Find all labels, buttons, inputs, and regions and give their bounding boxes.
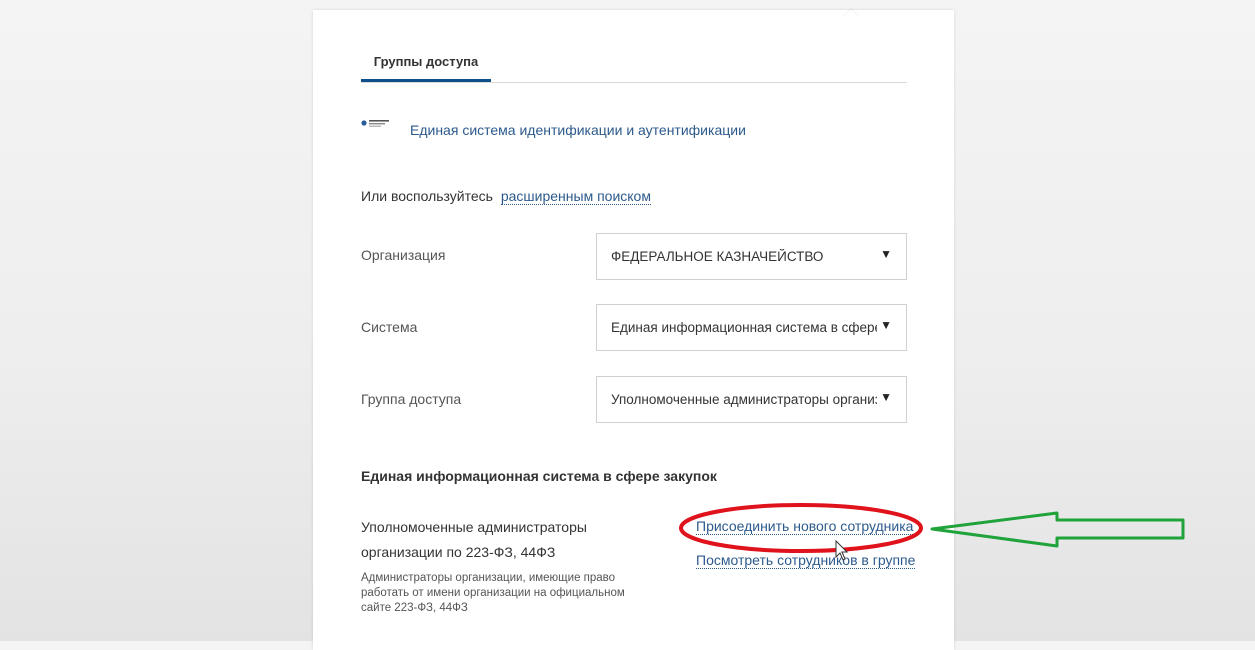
organization-label: Организация xyxy=(361,247,446,263)
access-group-select-value: Уполномоченные администраторы организ xyxy=(611,392,877,407)
organization-select[interactable]: ФЕДЕРАЛЬНОЕ КАЗНАЧЕЙСТВО ▼ xyxy=(596,233,907,280)
tab-divider xyxy=(361,82,907,83)
chevron-down-icon: ▼ xyxy=(880,390,892,404)
join-employee-link[interactable]: Присоединить нового сотрудника xyxy=(696,518,914,535)
advanced-search-prefix: Или воспользуйтесь xyxy=(361,188,493,204)
green-arrow-icon xyxy=(930,511,1185,548)
organization-select-value: ФЕДЕРАЛЬНОЕ КАЗНАЧЕЙСТВО xyxy=(611,249,824,264)
group-name: Уполномоченные администраторы организаци… xyxy=(361,519,587,560)
access-group-label: Группа доступа xyxy=(361,391,462,407)
system-select-value: Единая информационная система в сфере xyxy=(611,320,877,335)
advanced-search-line: Или воспользуйтесь расширенным поиском xyxy=(361,188,651,205)
system-select[interactable]: Единая информационная система в сфере ▼ xyxy=(596,304,907,351)
access-groups-panel: Группы доступа Единая система идентифика… xyxy=(313,9,954,650)
chevron-down-icon: ▼ xyxy=(880,247,892,261)
access-group-select[interactable]: Уполномоченные администраторы организ ▼ xyxy=(596,376,907,423)
panel-pointer xyxy=(842,9,860,27)
view-employees-link[interactable]: Посмотреть сотрудников в группе xyxy=(696,552,916,569)
esia-system-link[interactable]: Единая система идентификации и аутентифи… xyxy=(410,122,746,138)
group-description: Администраторы организации, имеющие прав… xyxy=(361,572,625,614)
system-label: Система xyxy=(361,319,418,335)
chevron-down-icon: ▼ xyxy=(880,318,892,332)
section-title: Единая информационная система в сфере за… xyxy=(361,468,717,484)
esia-logo-icon xyxy=(361,120,389,127)
tab-access-groups[interactable]: Группы доступа xyxy=(361,54,491,82)
advanced-search-link[interactable]: расширенным поиском xyxy=(500,188,651,205)
